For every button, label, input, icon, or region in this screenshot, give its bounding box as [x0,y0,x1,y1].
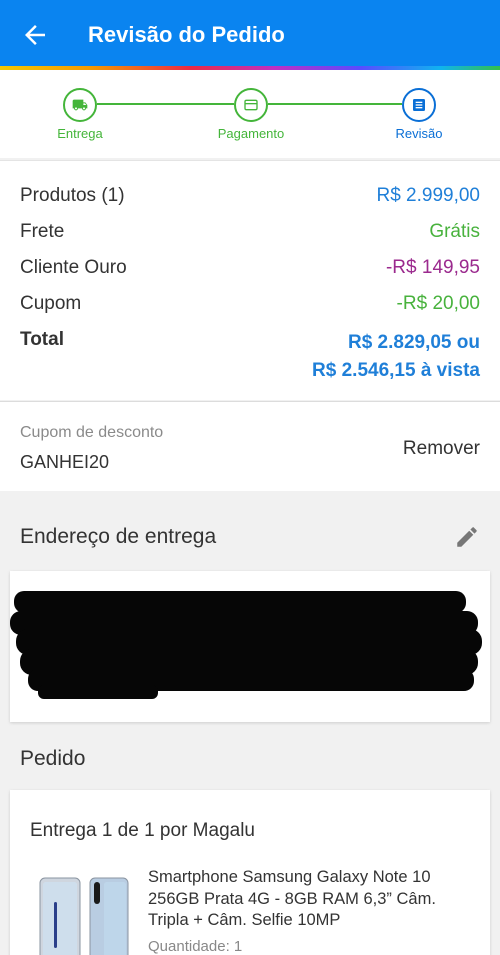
arrow-left-icon[interactable] [20,20,50,50]
step-connector [97,103,234,105]
redaction-scribble [10,591,482,699]
coupon-value: -R$ 20,00 [396,293,480,314]
total-value: R$ 2.829,05 ou R$ 2.546,15 à vista [312,329,480,385]
remove-coupon-button[interactable]: Remover [403,438,480,460]
product-name[interactable]: Smartphone Samsung Galaxy Note 10 256GB … [148,867,478,932]
coupon-caption: Cupom de desconto [20,424,164,441]
total-cash: R$ 2.546,15 à vista [312,360,480,381]
card-icon [244,99,258,111]
order-card: Entrega 1 de 1 por Magalu Smartphone Sam… [10,790,490,955]
delivery-label: Entrega 1 de 1 por Magalu [30,820,255,841]
order-summary: Produtos (1) R$ 2.999,00 Frete Grátis Cl… [0,160,500,400]
shipping-label: Frete [20,221,65,242]
step-entrega[interactable] [63,88,97,122]
products-value: R$ 2.999,00 [376,185,480,206]
truck-icon [72,99,88,111]
step-label-pagamento: Pagamento [217,126,285,141]
app-bar: Revisão do Pedido [0,0,500,66]
shipping-value: Grátis [429,221,480,242]
step-pagamento[interactable] [234,88,268,122]
step-revisao[interactable] [402,88,436,122]
total-installment: R$ 2.829,05 ou [347,332,480,353]
step-connector [268,103,402,105]
list-icon [413,99,425,111]
order-title: Pedido [20,747,86,770]
coupon-section: Cupom de desconto GANHEI20 Remover [0,401,500,491]
product-image[interactable] [32,872,132,955]
step-label-revisao: Revisão [395,126,443,141]
checkout-stepper: Entrega Pagamento Revisão [0,70,500,158]
page-title: Revisão do Pedido [88,22,285,47]
gold-client-value: -R$ 149,95 [385,257,480,278]
coupon-label: Cupom [20,293,82,314]
gold-client-label: Cliente Ouro [20,257,127,278]
total-label: Total [20,329,64,350]
coupon-code: GANHEI20 [20,452,110,472]
product-quantity: Quantidade: 1 [148,938,243,955]
address-title: Endereço de entrega [20,525,217,548]
step-label-entrega: Entrega [57,126,103,141]
address-card[interactable] [10,571,490,722]
pencil-icon[interactable] [454,524,480,550]
products-label: Produtos (1) [20,185,125,206]
